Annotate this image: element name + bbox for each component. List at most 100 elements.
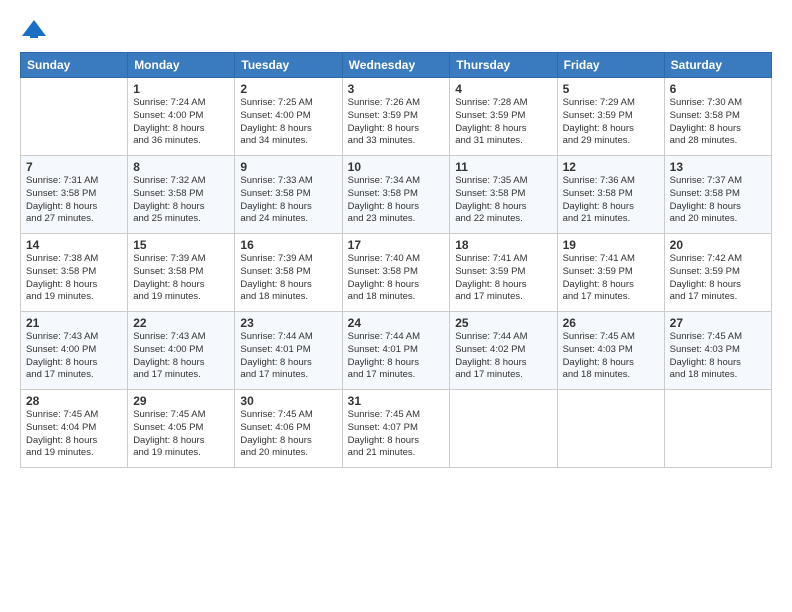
day-info: Sunrise: 7:44 AMSunset: 4:01 PMDaylight:…: [240, 331, 336, 382]
day-number: 23: [240, 316, 336, 330]
calendar-cell: 21Sunrise: 7:43 AMSunset: 4:00 PMDayligh…: [21, 312, 128, 390]
calendar-cell: 2Sunrise: 7:25 AMSunset: 4:00 PMDaylight…: [235, 78, 342, 156]
day-number: 15: [133, 238, 229, 252]
calendar-cell: 28Sunrise: 7:45 AMSunset: 4:04 PMDayligh…: [21, 390, 128, 468]
day-info: Sunrise: 7:45 AMSunset: 4:06 PMDaylight:…: [240, 409, 336, 460]
calendar-cell: 20Sunrise: 7:42 AMSunset: 3:59 PMDayligh…: [664, 234, 771, 312]
day-number: 12: [563, 160, 659, 174]
calendar-cell: 30Sunrise: 7:45 AMSunset: 4:06 PMDayligh…: [235, 390, 342, 468]
day-info: Sunrise: 7:39 AMSunset: 3:58 PMDaylight:…: [240, 253, 336, 304]
calendar-cell: 11Sunrise: 7:35 AMSunset: 3:58 PMDayligh…: [450, 156, 557, 234]
calendar-cell: 6Sunrise: 7:30 AMSunset: 3:58 PMDaylight…: [664, 78, 771, 156]
calendar-cell: 13Sunrise: 7:37 AMSunset: 3:58 PMDayligh…: [664, 156, 771, 234]
weekday-header-tuesday: Tuesday: [235, 53, 342, 78]
day-number: 6: [670, 82, 766, 96]
day-info: Sunrise: 7:36 AMSunset: 3:58 PMDaylight:…: [563, 175, 659, 226]
calendar-cell: 23Sunrise: 7:44 AMSunset: 4:01 PMDayligh…: [235, 312, 342, 390]
day-info: Sunrise: 7:41 AMSunset: 3:59 PMDaylight:…: [455, 253, 551, 304]
day-info: Sunrise: 7:45 AMSunset: 4:05 PMDaylight:…: [133, 409, 229, 460]
calendar-week-row-4: 21Sunrise: 7:43 AMSunset: 4:00 PMDayligh…: [21, 312, 772, 390]
day-number: 26: [563, 316, 659, 330]
day-number: 2: [240, 82, 336, 96]
day-info: Sunrise: 7:31 AMSunset: 3:58 PMDaylight:…: [26, 175, 122, 226]
day-number: 13: [670, 160, 766, 174]
day-number: 9: [240, 160, 336, 174]
calendar-cell: 15Sunrise: 7:39 AMSunset: 3:58 PMDayligh…: [128, 234, 235, 312]
calendar-cell: 9Sunrise: 7:33 AMSunset: 3:58 PMDaylight…: [235, 156, 342, 234]
day-number: 14: [26, 238, 122, 252]
day-info: Sunrise: 7:32 AMSunset: 3:58 PMDaylight:…: [133, 175, 229, 226]
calendar-cell: [664, 390, 771, 468]
calendar-week-row-3: 14Sunrise: 7:38 AMSunset: 3:58 PMDayligh…: [21, 234, 772, 312]
calendar-cell: 19Sunrise: 7:41 AMSunset: 3:59 PMDayligh…: [557, 234, 664, 312]
day-number: 31: [348, 394, 445, 408]
day-info: Sunrise: 7:45 AMSunset: 4:03 PMDaylight:…: [563, 331, 659, 382]
day-number: 21: [26, 316, 122, 330]
calendar-cell: 4Sunrise: 7:28 AMSunset: 3:59 PMDaylight…: [450, 78, 557, 156]
day-number: 22: [133, 316, 229, 330]
weekday-header-wednesday: Wednesday: [342, 53, 450, 78]
calendar-cell: 29Sunrise: 7:45 AMSunset: 4:05 PMDayligh…: [128, 390, 235, 468]
weekday-header-saturday: Saturday: [664, 53, 771, 78]
day-number: 17: [348, 238, 445, 252]
day-info: Sunrise: 7:25 AMSunset: 4:00 PMDaylight:…: [240, 97, 336, 148]
day-number: 24: [348, 316, 445, 330]
day-info: Sunrise: 7:41 AMSunset: 3:59 PMDaylight:…: [563, 253, 659, 304]
calendar-table: SundayMondayTuesdayWednesdayThursdayFrid…: [20, 52, 772, 468]
day-info: Sunrise: 7:44 AMSunset: 4:02 PMDaylight:…: [455, 331, 551, 382]
day-number: 8: [133, 160, 229, 174]
day-info: Sunrise: 7:43 AMSunset: 4:00 PMDaylight:…: [133, 331, 229, 382]
day-number: 7: [26, 160, 122, 174]
day-number: 10: [348, 160, 445, 174]
calendar-cell: 7Sunrise: 7:31 AMSunset: 3:58 PMDaylight…: [21, 156, 128, 234]
day-info: Sunrise: 7:29 AMSunset: 3:59 PMDaylight:…: [563, 97, 659, 148]
day-info: Sunrise: 7:40 AMSunset: 3:58 PMDaylight:…: [348, 253, 445, 304]
calendar-cell: 17Sunrise: 7:40 AMSunset: 3:58 PMDayligh…: [342, 234, 450, 312]
day-number: 27: [670, 316, 766, 330]
weekday-header-row: SundayMondayTuesdayWednesdayThursdayFrid…: [21, 53, 772, 78]
day-number: 1: [133, 82, 229, 96]
day-number: 19: [563, 238, 659, 252]
weekday-header-monday: Monday: [128, 53, 235, 78]
day-number: 25: [455, 316, 551, 330]
calendar-cell: 18Sunrise: 7:41 AMSunset: 3:59 PMDayligh…: [450, 234, 557, 312]
day-info: Sunrise: 7:33 AMSunset: 3:58 PMDaylight:…: [240, 175, 336, 226]
weekday-header-sunday: Sunday: [21, 53, 128, 78]
day-info: Sunrise: 7:26 AMSunset: 3:59 PMDaylight:…: [348, 97, 445, 148]
calendar-cell: 5Sunrise: 7:29 AMSunset: 3:59 PMDaylight…: [557, 78, 664, 156]
day-info: Sunrise: 7:44 AMSunset: 4:01 PMDaylight:…: [348, 331, 445, 382]
day-number: 18: [455, 238, 551, 252]
logo: [20, 16, 52, 44]
calendar-cell: 16Sunrise: 7:39 AMSunset: 3:58 PMDayligh…: [235, 234, 342, 312]
day-info: Sunrise: 7:42 AMSunset: 3:59 PMDaylight:…: [670, 253, 766, 304]
day-info: Sunrise: 7:43 AMSunset: 4:00 PMDaylight:…: [26, 331, 122, 382]
calendar-week-row-2: 7Sunrise: 7:31 AMSunset: 3:58 PMDaylight…: [21, 156, 772, 234]
calendar-cell: 25Sunrise: 7:44 AMSunset: 4:02 PMDayligh…: [450, 312, 557, 390]
day-number: 16: [240, 238, 336, 252]
calendar-cell: [450, 390, 557, 468]
calendar-week-row-1: 1Sunrise: 7:24 AMSunset: 4:00 PMDaylight…: [21, 78, 772, 156]
page-container: SundayMondayTuesdayWednesdayThursdayFrid…: [0, 0, 792, 478]
calendar-cell: 26Sunrise: 7:45 AMSunset: 4:03 PMDayligh…: [557, 312, 664, 390]
day-info: Sunrise: 7:24 AMSunset: 4:00 PMDaylight:…: [133, 97, 229, 148]
calendar-cell: 8Sunrise: 7:32 AMSunset: 3:58 PMDaylight…: [128, 156, 235, 234]
day-info: Sunrise: 7:45 AMSunset: 4:03 PMDaylight:…: [670, 331, 766, 382]
calendar-cell: 14Sunrise: 7:38 AMSunset: 3:58 PMDayligh…: [21, 234, 128, 312]
calendar-cell: [557, 390, 664, 468]
day-info: Sunrise: 7:28 AMSunset: 3:59 PMDaylight:…: [455, 97, 551, 148]
calendar-cell: 24Sunrise: 7:44 AMSunset: 4:01 PMDayligh…: [342, 312, 450, 390]
day-number: 28: [26, 394, 122, 408]
day-number: 5: [563, 82, 659, 96]
calendar-week-row-5: 28Sunrise: 7:45 AMSunset: 4:04 PMDayligh…: [21, 390, 772, 468]
calendar-cell: 27Sunrise: 7:45 AMSunset: 4:03 PMDayligh…: [664, 312, 771, 390]
day-info: Sunrise: 7:35 AMSunset: 3:58 PMDaylight:…: [455, 175, 551, 226]
day-info: Sunrise: 7:39 AMSunset: 3:58 PMDaylight:…: [133, 253, 229, 304]
day-number: 20: [670, 238, 766, 252]
day-info: Sunrise: 7:34 AMSunset: 3:58 PMDaylight:…: [348, 175, 445, 226]
day-info: Sunrise: 7:45 AMSunset: 4:04 PMDaylight:…: [26, 409, 122, 460]
weekday-header-thursday: Thursday: [450, 53, 557, 78]
calendar-cell: 31Sunrise: 7:45 AMSunset: 4:07 PMDayligh…: [342, 390, 450, 468]
day-number: 3: [348, 82, 445, 96]
weekday-header-friday: Friday: [557, 53, 664, 78]
calendar-cell: [21, 78, 128, 156]
